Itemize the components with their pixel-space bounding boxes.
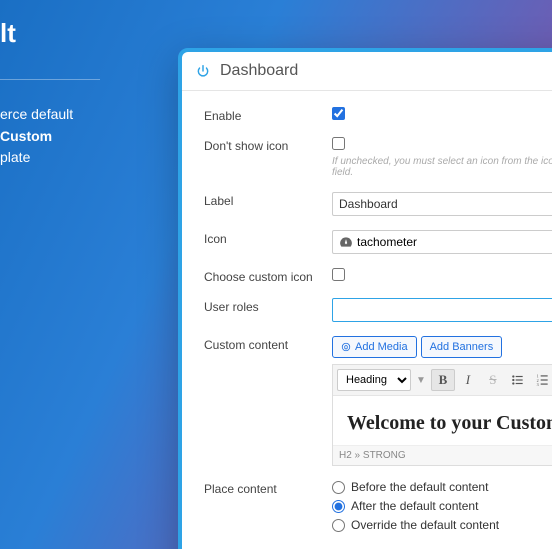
- modal-header: Dashboard: [182, 52, 552, 91]
- promo-line3: plate: [0, 149, 30, 165]
- place-content-option-before[interactable]: Before the default content: [332, 480, 552, 494]
- dont-show-icon-label: Don't show icon: [204, 137, 332, 153]
- place-content-option-after[interactable]: After the default content: [332, 499, 552, 513]
- dropdown-caret-icon: ▼: [416, 375, 426, 386]
- user-roles-label: User roles: [204, 298, 332, 314]
- editor-toolbar: Heading 2 ▼ B I S 123: [333, 365, 552, 396]
- modal-title: Dashboard: [220, 62, 298, 80]
- editor-element-path: H2 » STRONG: [333, 445, 552, 465]
- bullet-list-button[interactable]: [506, 369, 530, 391]
- icon-field-label: Icon: [204, 230, 332, 246]
- promo-body: erce default Custom plate: [0, 104, 175, 169]
- number-list-icon: 123: [536, 373, 550, 387]
- enable-checkbox[interactable]: [332, 107, 345, 120]
- add-media-label: Add Media: [355, 341, 408, 353]
- place-content-radio-before[interactable]: [332, 481, 345, 494]
- place-content-option-override-label: Override the default content: [351, 518, 499, 532]
- add-banners-button[interactable]: Add Banners: [421, 336, 503, 358]
- add-media-button[interactable]: Add Media: [332, 336, 417, 358]
- bullet-list-icon: [511, 373, 525, 387]
- place-content-option-override[interactable]: Override the default content: [332, 518, 552, 532]
- bold-button[interactable]: B: [431, 369, 455, 391]
- media-icon: [341, 342, 351, 352]
- dont-show-icon-hint: If unchecked, you must select an icon fr…: [332, 156, 552, 178]
- number-list-button[interactable]: 123: [531, 369, 552, 391]
- label-input[interactable]: [332, 192, 552, 216]
- editor-content[interactable]: Welcome to your Custom: [333, 396, 552, 445]
- place-content-radio-override[interactable]: [332, 519, 345, 532]
- strike-button[interactable]: S: [481, 369, 505, 391]
- format-select[interactable]: Heading 2: [337, 369, 411, 391]
- rich-text-editor: Heading 2 ▼ B I S 123: [332, 364, 552, 466]
- promo-title-fragment: lt: [0, 18, 175, 79]
- settings-modal: Dashboard Enable Don't show icon If unch…: [178, 48, 552, 549]
- enable-label: Enable: [204, 107, 332, 123]
- divider: [0, 79, 100, 80]
- svg-text:3: 3: [536, 382, 538, 387]
- add-banners-label: Add Banners: [430, 341, 494, 353]
- italic-button[interactable]: I: [456, 369, 480, 391]
- label-field-label: Label: [204, 192, 332, 208]
- choose-custom-icon-label: Choose custom icon: [204, 268, 332, 284]
- place-content-radio-after[interactable]: [332, 500, 345, 513]
- icon-input[interactable]: [357, 235, 552, 249]
- place-content-option-after-label: After the default content: [351, 499, 478, 513]
- promo-bold: Custom: [0, 128, 52, 144]
- tachometer-icon: [339, 235, 353, 249]
- promo-line1: erce default: [0, 106, 73, 122]
- power-icon: [196, 64, 210, 78]
- choose-custom-icon-checkbox[interactable]: [332, 268, 345, 281]
- custom-content-label: Custom content: [204, 336, 332, 352]
- dont-show-icon-checkbox[interactable]: [332, 137, 345, 150]
- place-content-option-before-label: Before the default content: [351, 480, 488, 494]
- user-roles-input[interactable]: [332, 298, 552, 322]
- promo-text-block: lt erce default Custom plate: [0, 0, 175, 169]
- place-content-label: Place content: [204, 480, 332, 496]
